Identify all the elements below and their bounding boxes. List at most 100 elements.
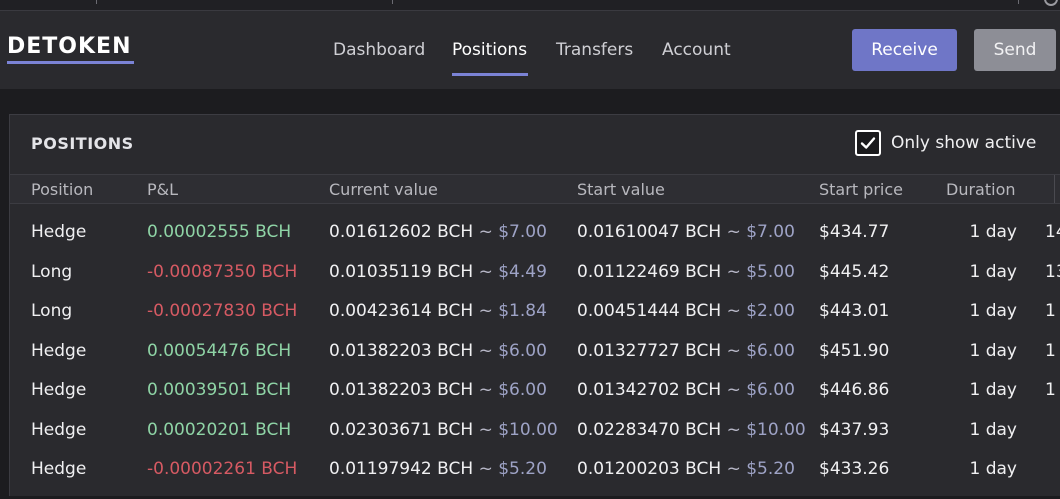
- cell-position: Long: [31, 301, 73, 321]
- nav-account[interactable]: Account: [662, 40, 731, 60]
- start-bch: 0.01200203 BCH: [577, 459, 722, 479]
- current-bch: 0.01382203 BCH: [329, 341, 474, 361]
- cell-duration: 1 day: [969, 341, 1018, 361]
- cell-start-value: 0.02283470 BCH ~ $10.00: [577, 420, 806, 440]
- approx-sign: ~: [721, 222, 747, 242]
- table-row[interactable]: Long -0.00087350 BCH 0.01035119 BCH ~ $4.4…: [10, 262, 1060, 302]
- current-bch: 0.01382203 BCH: [329, 380, 474, 400]
- nav-dashboard[interactable]: Dashboard: [333, 40, 425, 60]
- only-active-checkbox[interactable]: [855, 130, 881, 156]
- cell-current-value: 0.01612602 BCH ~ $7.00: [329, 222, 547, 242]
- cell-overflow: 14: [1045, 222, 1060, 242]
- cell-pnl: 0.00020201 BCH: [147, 420, 292, 440]
- only-active-label[interactable]: Only show active: [891, 133, 1036, 153]
- cell-duration: 1 day: [969, 222, 1018, 242]
- cell-current-value: 0.01382203 BCH ~ $6.00: [329, 341, 547, 361]
- cell-duration: 1 day: [969, 301, 1018, 321]
- strip-tick: [392, 0, 393, 4]
- cell-pnl: 0.00002555 BCH: [147, 222, 292, 242]
- table-row[interactable]: Hedge 0.00002555 BCH 0.01612602 BCH ~ $7.0…: [10, 222, 1060, 262]
- approx-sign: ~: [721, 420, 747, 440]
- table-row[interactable]: Hedge 0.00039501 BCH 0.01382203 BCH ~ $6.0…: [10, 380, 1060, 420]
- approx-sign: ~: [721, 301, 747, 321]
- cell-current-value: 0.01382203 BCH ~ $6.00: [329, 380, 547, 400]
- start-bch: 0.01342702 BCH: [577, 380, 722, 400]
- cell-start-price: $437.93: [819, 420, 890, 440]
- start-usd: $5.00: [746, 262, 795, 282]
- current-usd: $6.00: [498, 380, 547, 400]
- cell-position: Hedge: [31, 420, 87, 440]
- approx-sign: ~: [721, 380, 747, 400]
- cell-pnl: 0.00039501 BCH: [147, 380, 292, 400]
- cell-start-value: 0.01200203 BCH ~ $5.20: [577, 459, 795, 479]
- start-bch: 0.01327727 BCH: [577, 341, 722, 361]
- approx-sign: ~: [473, 262, 499, 282]
- approx-sign: ~: [473, 380, 499, 400]
- logo-underline: [7, 61, 134, 64]
- nav-transfers[interactable]: Transfers: [556, 40, 633, 60]
- cell-overflow: 1: [1045, 380, 1056, 400]
- cell-start-price: $434.77: [819, 222, 890, 242]
- window-top-strip: [0, 0, 1060, 11]
- header-start-price[interactable]: Start price: [819, 180, 903, 199]
- header-position[interactable]: Position: [31, 180, 93, 199]
- panel-title: POSITIONS: [31, 134, 134, 153]
- approx-sign: ~: [473, 459, 499, 479]
- header-current-value[interactable]: Current value: [329, 180, 438, 199]
- start-bch: 0.02283470 BCH: [577, 420, 722, 440]
- cell-start-value: 0.01342702 BCH ~ $6.00: [577, 380, 795, 400]
- cell-pnl: -0.00027830 BCH: [147, 301, 298, 321]
- table-header: Position P&L Current value Start value S…: [10, 175, 1060, 203]
- receive-button[interactable]: Receive: [852, 29, 957, 71]
- cell-start-value: 0.01122469 BCH ~ $5.00: [577, 262, 795, 282]
- current-usd: $6.00: [498, 341, 547, 361]
- cell-start-price: $446.86: [819, 380, 890, 400]
- table-row[interactable]: Hedge 0.00054476 BCH 0.01382203 BCH ~ $6.0…: [10, 341, 1060, 381]
- header-start-value[interactable]: Start value: [577, 180, 665, 199]
- cell-position: Hedge: [31, 222, 87, 242]
- current-usd: $1.84: [498, 301, 547, 321]
- cell-start-price: $433.26: [819, 459, 890, 479]
- nav-positions[interactable]: Positions: [452, 40, 527, 60]
- cell-duration: 1 day: [969, 380, 1018, 400]
- strip-tick: [96, 0, 97, 4]
- start-bch: 0.00451444 BCH: [577, 301, 722, 321]
- current-usd: $10.00: [498, 420, 558, 440]
- cell-current-value: 0.02303671 BCH ~ $10.00: [329, 420, 558, 440]
- cell-current-value: 0.01035119 BCH ~ $4.49: [329, 262, 547, 282]
- table-row[interactable]: Hedge 0.00020201 BCH 0.02303671 BCH ~ $10.…: [10, 420, 1060, 460]
- current-bch: 0.01035119 BCH: [329, 262, 474, 282]
- cell-start-value: 0.01327727 BCH ~ $6.00: [577, 341, 795, 361]
- nav-active-indicator: [452, 73, 528, 76]
- header-pnl[interactable]: P&L: [147, 180, 178, 199]
- settings-icon[interactable]: [1044, 0, 1058, 6]
- approx-sign: ~: [473, 420, 499, 440]
- start-bch: 0.01610047 BCH: [577, 222, 722, 242]
- start-usd: $2.00: [746, 301, 795, 321]
- start-bch: 0.01122469 BCH: [577, 262, 722, 282]
- cell-pnl: -0.00087350 BCH: [147, 262, 298, 282]
- column-divider: [1054, 175, 1055, 203]
- positions-panel: POSITIONS Only show active Position P&L …: [9, 114, 1060, 496]
- table-row[interactable]: Hedge -0.00002261 BCH 0.01197942 BCH ~ $5.…: [10, 459, 1060, 499]
- send-button[interactable]: Send: [974, 29, 1056, 71]
- cell-overflow: 1: [1045, 301, 1056, 321]
- current-usd: $7.00: [498, 222, 547, 242]
- divider: [10, 203, 1060, 204]
- start-usd: $5.20: [746, 459, 795, 479]
- approx-sign: ~: [721, 262, 747, 282]
- approx-sign: ~: [473, 341, 499, 361]
- approx-sign: ~: [473, 301, 499, 321]
- strip-tick: [1018, 0, 1019, 4]
- cell-overflow: 1: [1045, 341, 1056, 361]
- start-usd: $7.00: [746, 222, 795, 242]
- cell-duration: 1 day: [969, 262, 1018, 282]
- approx-sign: ~: [721, 341, 747, 361]
- current-bch: 0.00423614 BCH: [329, 301, 474, 321]
- app-logo[interactable]: DETOKEN: [7, 34, 132, 59]
- current-bch: 0.01612602 BCH: [329, 222, 474, 242]
- cell-current-value: 0.01197942 BCH ~ $5.20: [329, 459, 547, 479]
- cell-duration: 1 day: [969, 459, 1018, 479]
- header-duration[interactable]: Duration: [946, 180, 1016, 199]
- table-row[interactable]: Long -0.00027830 BCH 0.00423614 BCH ~ $1.8…: [10, 301, 1060, 341]
